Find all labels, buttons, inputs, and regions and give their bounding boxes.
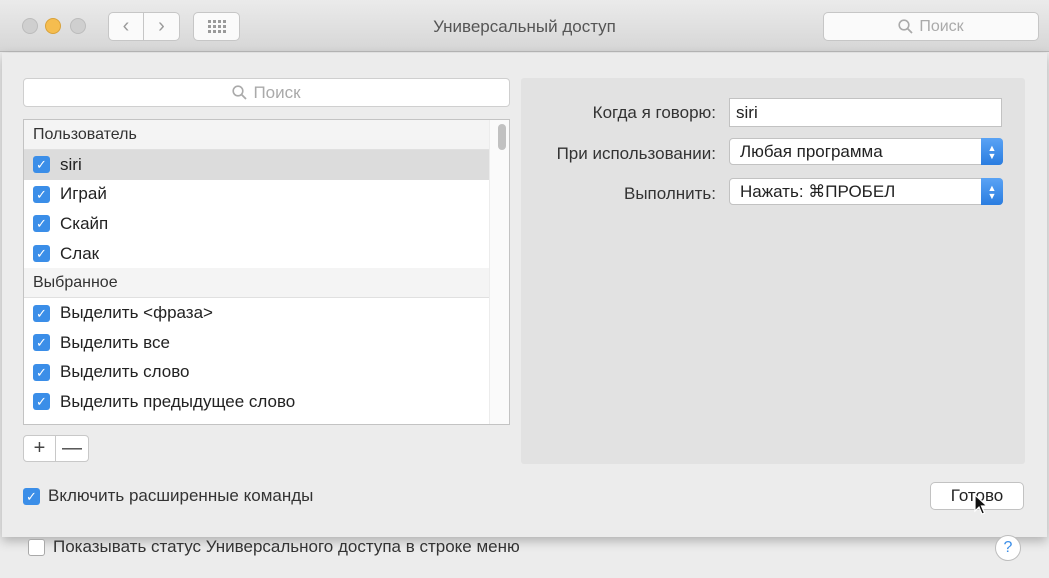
remove-command-button[interactable]: — <box>56 435 89 462</box>
checkmark-icon: ✓ <box>26 488 37 504</box>
while-label: При использовании: <box>556 144 716 163</box>
item-label: Скайп <box>60 213 109 233</box>
advanced-commands-label: Включить расширенные команды <box>48 486 314 505</box>
perform-popup[interactable]: Нажать: ⌘ПРОБЕЛ ▲ ▼ <box>729 178 1003 205</box>
checkmark-icon: ✓ <box>36 335 47 351</box>
dictation-commands-sheet: Поиск Пользователь ✓ siri ✓ Играй ✓ Скай… <box>2 53 1047 537</box>
list-item[interactable]: ✓ Выделить <фраза> <box>24 298 489 328</box>
mouse-pointer-icon <box>974 494 988 515</box>
advanced-commands-checkbox[interactable]: ✓ <box>23 487 40 505</box>
add-remove-buttons: + — <box>23 435 90 462</box>
checkmark-icon: ✓ <box>36 186 47 202</box>
when-phrase-field[interactable]: siri <box>729 98 1002 127</box>
list-item[interactable]: ✓ Выделить все <box>24 328 489 358</box>
preferences-search-field[interactable]: Поиск <box>823 12 1039 41</box>
item-checkbox[interactable]: ✓ <box>33 215 50 233</box>
list-item[interactable]: ✓ Слак <box>24 239 489 269</box>
commands-list[interactable]: Пользователь ✓ siri ✓ Играй ✓ Скайп ✓ Сл… <box>23 119 510 425</box>
item-checkbox[interactable]: ✓ <box>33 185 50 203</box>
title-bar: ‹ › Универсальный доступ Поиск <box>0 0 1049 52</box>
item-label: Слак <box>60 243 100 263</box>
checkmark-icon: ✓ <box>36 246 47 262</box>
item-checkbox[interactable]: ✓ <box>33 156 50 174</box>
checkmark-icon: ✓ <box>36 216 47 232</box>
item-checkbox[interactable]: ✓ <box>33 334 50 352</box>
item-label: siri <box>60 154 82 174</box>
item-label: Выделить все <box>60 332 170 352</box>
scrollbar-thumb[interactable] <box>498 124 506 150</box>
menu-status-label: Показывать статус Универсального доступа… <box>53 537 520 556</box>
list-item[interactable]: ✓ Выделить предыдущее слово <box>24 387 489 417</box>
when-label: Когда я говорю: <box>592 103 716 122</box>
menu-status-option[interactable]: Показывать статус Универсального доступа… <box>28 537 520 557</box>
item-label: Выделить предыдущее слово <box>60 391 296 411</box>
help-button[interactable]: ? <box>995 535 1021 561</box>
search-placeholder: Поиск <box>253 82 301 102</box>
item-label: Выделить слово <box>60 362 190 382</box>
group-header-user: Пользователь <box>24 120 509 150</box>
commands-search-field[interactable]: Поиск <box>23 78 510 107</box>
item-label: Выделить <фраза> <box>60 303 213 323</box>
group-header-selection: Выбранное <box>24 268 509 299</box>
item-checkbox[interactable]: ✓ <box>33 245 50 263</box>
item-checkbox[interactable]: ✓ <box>33 363 50 381</box>
add-command-button[interactable]: + <box>23 435 56 462</box>
search-icon <box>898 19 913 34</box>
checkmark-icon: ✓ <box>36 305 47 321</box>
checkmark-icon: ✓ <box>36 394 47 410</box>
search-icon <box>232 85 248 100</box>
perform-value: Нажать: ⌘ПРОБЕЛ <box>740 182 896 201</box>
chevron-updown-icon: ▲ ▼ <box>981 178 1003 205</box>
menu-status-checkbox[interactable] <box>28 538 45 556</box>
scrollbar-track[interactable] <box>489 120 509 424</box>
item-checkbox[interactable]: ✓ <box>33 304 50 322</box>
list-item[interactable]: ✓ Скайп <box>24 209 489 239</box>
command-detail-panel: Когда я говорю: siri При использовании: … <box>521 78 1025 464</box>
list-item[interactable]: ✓ Выделить слово <box>24 358 489 388</box>
item-label: Играй <box>60 184 107 204</box>
checkmark-icon: ✓ <box>36 364 47 380</box>
advanced-commands-option[interactable]: ✓ Включить расширенные команды <box>23 486 313 506</box>
search-placeholder: Поиск <box>919 17 964 35</box>
item-checkbox[interactable]: ✓ <box>33 393 50 411</box>
list-item[interactable]: ✓ Играй <box>24 180 489 210</box>
while-using-popup[interactable]: Любая программа ▲ ▼ <box>729 138 1003 165</box>
checkmark-icon: ✓ <box>36 157 47 173</box>
list-item[interactable]: ✓ siri <box>24 150 489 180</box>
chevron-updown-icon: ▲ ▼ <box>981 138 1003 165</box>
perform-label: Выполнить: <box>623 184 716 203</box>
while-using-value: Любая программа <box>740 142 883 161</box>
